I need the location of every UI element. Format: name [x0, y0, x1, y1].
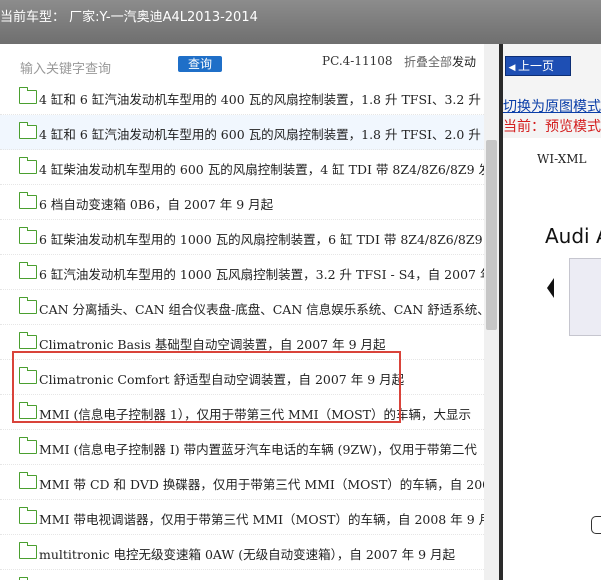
folder-icon — [19, 297, 37, 314]
list-item[interactable]: 6 档自动变速箱 0B6，自 2007 年 9 月起 — [0, 185, 484, 220]
search-input[interactable]: 输入关键字查询 — [20, 58, 111, 77]
list-item-label: 6 缸汽油发动机车型用的 1000 瓦风扇控制装置，3.2 升 TFSI - S… — [39, 267, 484, 282]
doc-heading: Audi A — [545, 224, 601, 248]
list-item[interactable]: 4 缸和 6 缸汽油发动机车型用的 400 瓦的风扇控制装置，1.8 升 TFS… — [0, 80, 484, 115]
folder-icon — [19, 192, 37, 209]
list-item[interactable]: MMI 带 CD 和 DVD 换碟器，仅用于带第三代 MMI（MOST）的车辆，… — [0, 465, 484, 500]
current-mode-label: 当前：预览模式 — [503, 119, 601, 135]
list-item[interactable]: MMI 带电视调谐器，仅用于带第三代 MMI（MOST）的车辆，自 2008 年… — [0, 500, 484, 535]
catalog-pane: 输入关键字查询 查询 PC.4-11108 折叠全部发动 4 缸和 6 缸汽油发… — [0, 44, 499, 580]
prev-page-label: 上一页 — [518, 59, 555, 73]
pc-code-label: PC.4-11108 — [322, 54, 393, 68]
catalog-list: 4 缸和 6 缸汽油发动机车型用的 400 瓦的风扇控制装置，1.8 升 TFS… — [0, 80, 484, 580]
triangle-left-icon[interactable] — [547, 278, 554, 298]
fold-all-label: 折叠全部 — [404, 55, 453, 69]
list-item-label: CAN 分离插头、CAN 组合仪表盘-底盘、CAN 信息娱乐系统、CAN 舒适系… — [39, 302, 484, 317]
scrollbar-thumb[interactable] — [486, 140, 497, 330]
list-item-label: 4 缸柴油发动机车型用的 600 瓦的风扇控制装置，4 缸 TDI 带 8Z4/… — [39, 162, 484, 177]
list-item[interactable]: 6 缸柴油发动机车型用的 1000 瓦的风扇控制装置，6 缸 TDI 带 8Z4… — [0, 220, 484, 255]
folder-icon — [19, 227, 37, 244]
preview-pane: ◀上一页 切换为原图模式 当前：预览模式 WI-XML Audi A — [503, 44, 601, 580]
list-item-label: Climatronic Basis 基础型自动空调装置，自 2007 年 9 月… — [39, 337, 386, 352]
document-preview: WI-XML Audi A — [503, 138, 601, 580]
folder-icon — [19, 157, 37, 174]
folder-icon — [19, 262, 37, 279]
switch-original-link[interactable]: 切换为原图模式 — [503, 96, 601, 116]
prev-page-button[interactable]: ◀ 上一页 — [505, 56, 571, 76]
list-item[interactable]: CAN 分离插头、CAN 组合仪表盘-底盘、CAN 信息娱乐系统、CAN 舒适系… — [0, 290, 484, 325]
catalog-toolbar: 输入关键字查询 查询 PC.4-11108 折叠全部发动 — [0, 44, 499, 80]
title-bar: 当前车型： 厂家:Y-一汽奥迪A4L2013-2014 — [0, 0, 601, 44]
vertical-scrollbar[interactable] — [484, 44, 499, 580]
doc-image — [569, 258, 601, 336]
list-item[interactable]: 4 缸和 6 缸汽油发动机车型用的 600 瓦的风扇控制装置，1.8 升 TFS… — [0, 115, 484, 150]
folder-icon — [19, 122, 37, 139]
list-item-label: 4 缸和 6 缸汽油发动机车型用的 600 瓦的风扇控制装置，1.8 升 TFS… — [39, 127, 484, 142]
triangle-left-icon: ◀ — [508, 63, 516, 73]
list-item[interactable]: 4 缸柴油发动机车型用的 600 瓦的风扇控制装置，4 缸 TDI 带 8Z4/… — [0, 150, 484, 185]
folder-icon — [19, 332, 37, 349]
fold-overflow-text: 发动 — [452, 55, 477, 69]
list-item-label: 6 缸柴油发动机车型用的 1000 瓦的风扇控制装置，6 缸 TDI 带 8Z4… — [39, 232, 484, 247]
folder-icon — [19, 437, 37, 454]
folder-icon — [19, 367, 37, 384]
list-item[interactable]: multitronic 电控无级变速箱 0AW (无级自动变速箱），自 2007… — [0, 535, 484, 570]
list-item-label: 6 档自动变速箱 0B6，自 2007 年 9 月起 — [39, 197, 274, 212]
list-item[interactable]: Climatronic Comfort 舒适型自动空调装置，自 2007 年 9… — [0, 360, 484, 395]
list-item[interactable]: MMI (信息电子控制器 I) 带内置蓝牙汽车电话的车辆 (9ZW)，仅用于带第… — [0, 430, 484, 465]
folder-icon — [19, 507, 37, 524]
list-item[interactable]: Climatronic Basis 基础型自动空调装置，自 2007 年 9 月… — [0, 325, 484, 360]
current-model-title: 当前车型： 厂家:Y-一汽奥迪A4L2013-2014 — [0, 10, 258, 25]
list-item[interactable]: 6 缸汽油发动机车型用的 1000 瓦风扇控制装置，3.2 升 TFSI - S… — [0, 255, 484, 290]
list-item-label: Climatronic Comfort 舒适型自动空调装置，自 2007 年 9… — [39, 372, 405, 387]
list-item-label: multitronic 电控无级变速箱 0AW (无级自动变速箱），自 2007… — [39, 547, 456, 562]
list-item-label: 4 缸和 6 缸汽油发动机车型用的 400 瓦的风扇控制装置，1.8 升 TFS… — [39, 92, 484, 107]
glyph-icon — [591, 516, 601, 534]
list-item[interactable]: MMI (信息电子控制器 1），仅用于带第三代 MMI（MOST）的车辆，大显示 — [0, 395, 484, 430]
folder-icon — [19, 472, 37, 489]
list-item-label: MMI (信息电子控制器 I) 带内置蓝牙汽车电话的车辆 (9ZW)，仅用于带第… — [39, 442, 477, 457]
list-item[interactable]: 不带免提对话装置的手机适配器 (VDA-Schnittstelle) (9ZD)… — [0, 570, 484, 580]
list-item-label: MMI (信息电子控制器 1），仅用于带第三代 MMI（MOST）的车辆，大显示 — [39, 407, 472, 422]
doc-source-label: WI-XML — [537, 152, 587, 166]
list-item-label: MMI 带 CD 和 DVD 换碟器，仅用于带第三代 MMI（MOST）的车辆，… — [39, 477, 484, 492]
folder-icon — [19, 542, 37, 559]
query-button[interactable]: 查询 — [178, 56, 222, 72]
list-item-label: MMI 带电视调谐器，仅用于带第三代 MMI（MOST）的车辆，自 2008 年… — [39, 512, 484, 527]
folder-icon — [19, 87, 37, 104]
folder-icon — [19, 402, 37, 419]
